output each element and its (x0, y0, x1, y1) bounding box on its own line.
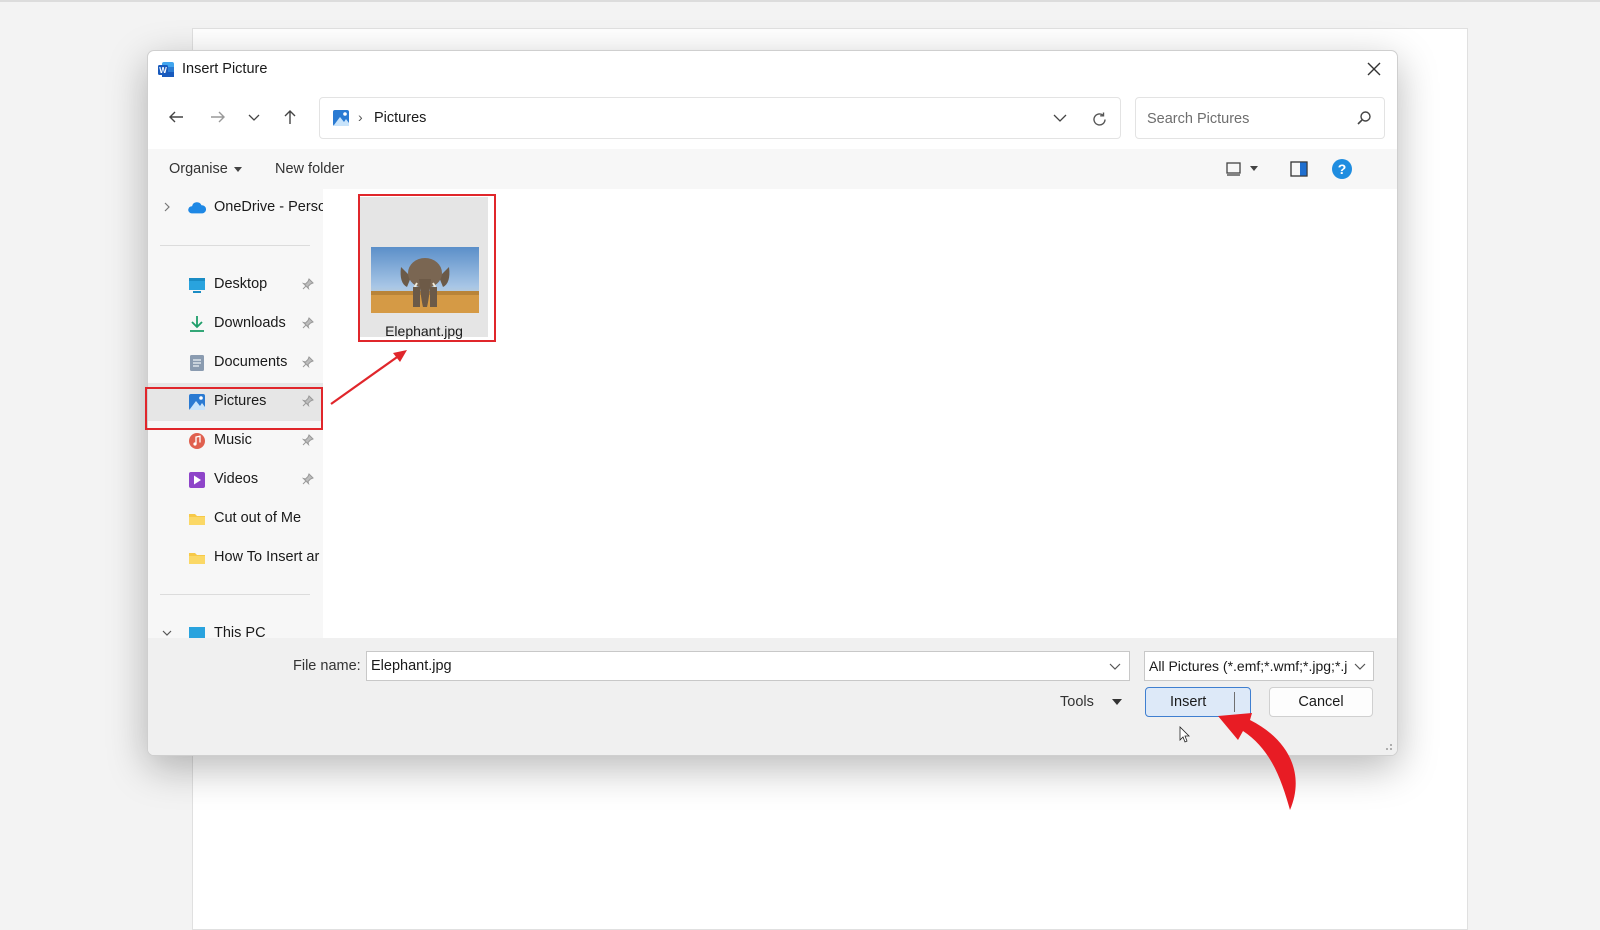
curved-arrow-insert-icon (1218, 713, 1296, 810)
annotation-overlay (330, 350, 1296, 810)
mouse-cursor-icon (1179, 726, 1190, 743)
arrow-to-file-icon (330, 354, 401, 405)
